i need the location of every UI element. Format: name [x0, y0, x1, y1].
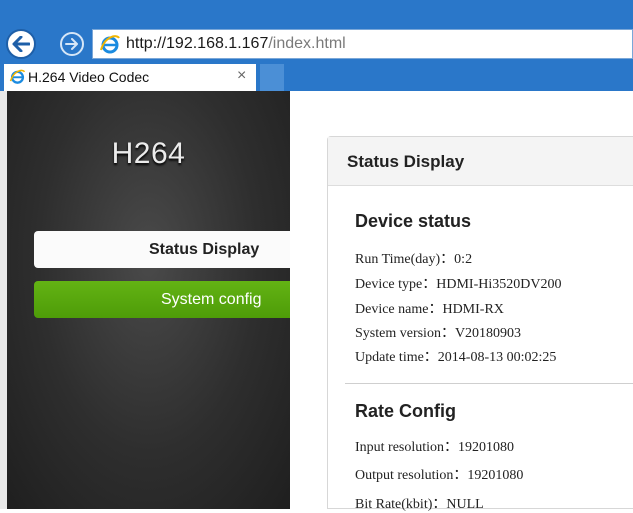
forward-arrow-icon [65, 38, 78, 50]
output-resolution-row: Output resolution：19201080 [355, 468, 524, 483]
menu-item-label: Status Display [149, 241, 260, 258]
system-version-row: System version：V20180903 [355, 326, 522, 341]
browser-chrome: http://192.168.1.167/index.html H.264 Vi… [0, 0, 633, 91]
device-type-row: Device type：HDMI-Hi3520DV200 [355, 277, 562, 292]
back-arrow-icon [12, 36, 30, 52]
main-content: Status Display Device status Run Time(da… [290, 91, 633, 512]
menu-item-label: System config [161, 291, 262, 308]
browser-tab[interactable]: H.264 Video Codec × [4, 64, 256, 91]
tab-title: H.264 Video Codec [28, 69, 150, 85]
ie-tab-icon [9, 69, 26, 84]
bit-rate-row: Bit Rate(kbit)：NULL [355, 497, 484, 512]
tab-close-button[interactable]: × [237, 67, 246, 85]
url-path: /index.html [268, 35, 346, 52]
input-resolution-row: Input resolution：19201080 [355, 440, 515, 455]
tab-strip: H.264 Video Codec × [0, 62, 633, 91]
run-time-row: Run Time(day)：0:2 [355, 252, 473, 267]
update-time-row: Update time：2014-08-13 00:02:25 [355, 350, 557, 365]
address-row: http://192.168.1.167/index.html [0, 26, 633, 62]
panel-title: Status Display [347, 152, 465, 171]
logo: H264 [111, 137, 186, 170]
menu-item-status-display[interactable]: Status Display [34, 231, 290, 268]
status-panel: Status Display Device status Run Time(da… [327, 136, 633, 512]
url-text: http://192.168.1.167/index.html [126, 35, 346, 53]
ie-icon [100, 35, 120, 54]
sidebar: H264 Status Display System config [7, 91, 290, 509]
url-host: http://192.168.1.167 [126, 35, 269, 52]
device-name-row: Device name：HDMI-RX [355, 302, 504, 317]
address-bar[interactable]: http://192.168.1.167/index.html [92, 29, 633, 59]
menu-item-system-config[interactable]: System config [34, 281, 290, 318]
rate-config-heading: Rate Config [355, 401, 456, 421]
forward-button[interactable] [60, 32, 84, 56]
new-tab-button[interactable] [260, 64, 284, 91]
back-button[interactable] [6, 29, 36, 59]
section-divider [345, 383, 633, 384]
page-left-border [0, 91, 7, 509]
panel-header: Status Display [328, 137, 633, 186]
device-status-heading: Device status [355, 211, 472, 231]
